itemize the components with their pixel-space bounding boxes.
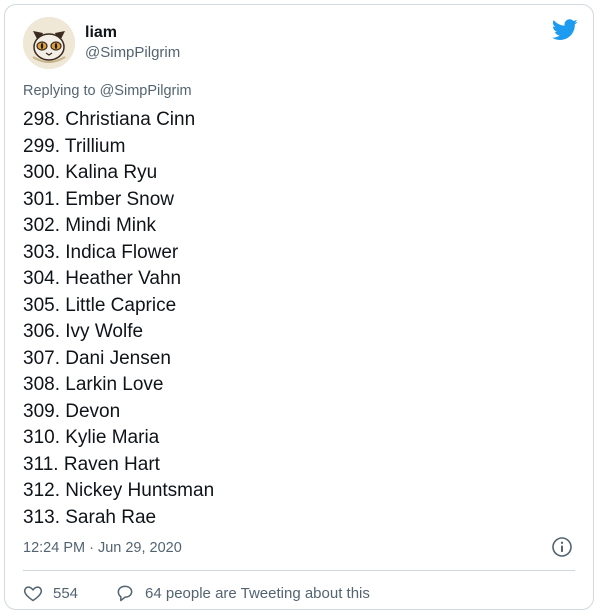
info-icon[interactable]	[551, 536, 573, 558]
avatar[interactable]	[23, 17, 75, 69]
reply-mention-link[interactable]: @SimpPilgrim	[100, 83, 192, 99]
twitter-bird-icon[interactable]	[552, 19, 578, 41]
tweet-line: 313. Sarah Rae	[23, 506, 157, 528]
tweet-line: 308. Larkin Love	[23, 374, 164, 395]
display-name[interactable]: liam	[85, 23, 180, 43]
like-count: 554	[53, 584, 79, 602]
author-names: liam @SimpPilgrim	[85, 23, 180, 63]
cat-face-avatar-icon	[23, 17, 75, 69]
conversation-link[interactable]: 64 people are Tweeting about this	[115, 583, 370, 603]
tweet-timestamp[interactable]: 12:24 PM · Jun 29, 2020	[23, 540, 182, 556]
tweet-text: 298. Christiana Cinn 299. Trillium 300. …	[23, 107, 563, 531]
divider	[23, 570, 575, 571]
tweet-line: 309. Devon	[23, 400, 121, 422]
tweet-line: 298. Christiana Cinn	[23, 109, 196, 130]
like-button[interactable]: 554	[23, 583, 78, 603]
tweet-actions: 554 64 people are Tweeting about this	[23, 583, 578, 607]
tweet-line: 299. Trillium	[23, 135, 126, 157]
replying-to-label: Replying to	[23, 83, 96, 99]
tweet-line: 301. Ember Snow	[23, 188, 175, 210]
replying-to: Replying to @SimpPilgrim	[23, 83, 192, 99]
tweet-line: 307. Dani Jensen	[23, 347, 171, 369]
tweet-line: 303. Indica Flower	[23, 241, 179, 263]
tweet-line: 300. Kalina Ryu	[23, 162, 158, 183]
heart-icon	[23, 586, 43, 602]
tweet-card: liam @SimpPilgrim Replying to @SimpPilgr…	[4, 4, 594, 610]
tweet-line: 305. Little Caprice	[23, 294, 177, 316]
tweet-line: 310. Kylie Maria	[23, 427, 160, 448]
tweet-line: 304. Heather Vahn	[23, 268, 182, 289]
tweet-line: 312. Nickey Huntsman	[23, 480, 215, 501]
tweet-line: 311. Raven Hart	[23, 453, 160, 475]
author-handle[interactable]: @SimpPilgrim	[85, 43, 180, 63]
tweet-line: 302. Mindi Mink	[23, 215, 157, 236]
conversation-text: 64 people are Tweeting about this	[145, 584, 370, 602]
tweet-header: liam @SimpPilgrim	[23, 17, 578, 73]
speech-bubble-icon	[117, 585, 133, 602]
tweet-line: 306. Ivy Wolfe	[23, 321, 144, 342]
